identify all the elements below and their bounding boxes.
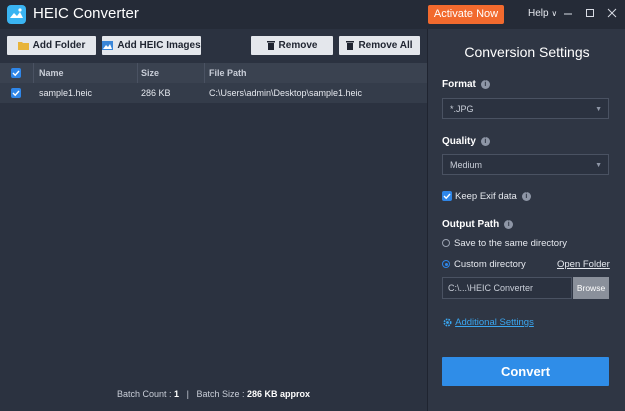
- info-icon[interactable]: i: [521, 191, 531, 201]
- dropdown-arrow-icon: ▼: [595, 162, 602, 169]
- column-divider[interactable]: [33, 63, 34, 83]
- quality-label-row: Quality i: [442, 136, 490, 147]
- open-folder-link[interactable]: Open Folder: [557, 259, 610, 270]
- row-file-path: C:\Users\admin\Desktop\sample1.heic: [209, 88, 363, 98]
- batch-count-label: Batch Count :: [116, 389, 172, 399]
- title-bar: HEIC Converter Activate Now Help ∨: [0, 0, 625, 29]
- keep-exif-checkbox[interactable]: [442, 191, 452, 202]
- format-label: Format: [442, 79, 476, 90]
- info-icon[interactable]: i: [480, 79, 490, 89]
- help-label: Help: [528, 8, 549, 19]
- format-label-row: Format i: [442, 79, 490, 90]
- close-icon[interactable]: [605, 6, 619, 20]
- minimize-icon[interactable]: [561, 6, 575, 20]
- additional-settings-link[interactable]: Additional Settings: [442, 317, 534, 328]
- keep-exif-row[interactable]: Keep Exif data i: [442, 191, 531, 202]
- activate-now-button[interactable]: Activate Now: [428, 5, 504, 24]
- table-row[interactable]: sample1.heic 286 KB C:\Users\admin\Deskt…: [0, 83, 427, 103]
- quality-value: Medium: [450, 160, 483, 170]
- checkmark-icon: [12, 70, 20, 77]
- batch-size-label: Batch Size :: [196, 389, 245, 399]
- same-directory-option[interactable]: Save to the same directory: [442, 238, 567, 249]
- row-file-name: sample1.heic: [39, 88, 93, 98]
- table-header: Name Size File Path: [0, 63, 427, 83]
- quality-label: Quality: [442, 136, 476, 147]
- format-value: *.JPG: [450, 104, 474, 114]
- checkmark-icon: [443, 194, 451, 200]
- same-directory-label: Save to the same directory: [454, 238, 567, 249]
- remove-label: Remove: [278, 40, 318, 51]
- column-divider[interactable]: [137, 63, 138, 83]
- info-icon[interactable]: i: [480, 136, 490, 146]
- same-directory-radio[interactable]: [442, 239, 450, 248]
- batch-summary: Batch Count : 1 | Batch Size : 286 KB ap…: [0, 378, 427, 411]
- add-folder-button[interactable]: Add Folder: [7, 36, 96, 55]
- column-divider[interactable]: [204, 63, 205, 83]
- gear-icon: [443, 318, 452, 327]
- custom-directory-radio[interactable]: [442, 260, 450, 269]
- dropdown-arrow-icon: ▼: [595, 106, 602, 113]
- help-menu[interactable]: Help ∨: [528, 8, 557, 19]
- folder-icon: [17, 42, 29, 50]
- chevron-down-icon: ∨: [551, 9, 558, 18]
- add-folder-label: Add Folder: [32, 40, 86, 51]
- batch-count-value: 1: [174, 389, 180, 399]
- app-logo-icon: [7, 5, 26, 24]
- image-icon: [102, 41, 114, 50]
- maximize-icon[interactable]: [583, 6, 597, 20]
- convert-button[interactable]: Convert: [442, 357, 609, 386]
- custom-directory-label: Custom directory: [454, 259, 526, 270]
- remove-button[interactable]: Remove: [251, 36, 333, 55]
- batch-size-value: 286 KB approx: [246, 389, 311, 399]
- file-list-panel: Add Folder Add HEIC Images Remove Remove…: [0, 29, 427, 411]
- output-path-label-row: Output Path i: [442, 219, 514, 230]
- browse-button[interactable]: Browse: [573, 277, 609, 299]
- row-file-size: 286 KB: [141, 88, 171, 98]
- format-select[interactable]: *.JPG ▼: [442, 98, 609, 119]
- info-icon[interactable]: i: [504, 219, 514, 229]
- row-checkbox[interactable]: [11, 88, 21, 98]
- checkmark-icon: [12, 90, 20, 97]
- remove-all-label: Remove All: [358, 40, 413, 51]
- trash-icon: [266, 41, 275, 50]
- output-path-label: Output Path: [442, 219, 500, 230]
- conversion-settings-panel: Conversion Settings Format i *.JPG ▼ Qual…: [427, 29, 625, 411]
- additional-settings-label: Additional Settings: [455, 317, 534, 329]
- add-heic-images-button[interactable]: Add HEIC Images: [102, 36, 201, 55]
- app-title: HEIC Converter: [33, 5, 139, 22]
- remove-all-button[interactable]: Remove All: [339, 36, 420, 55]
- column-header-name[interactable]: Name: [39, 63, 64, 83]
- add-heic-images-label: Add HEIC Images: [117, 40, 201, 51]
- quality-select[interactable]: Medium ▼: [442, 154, 609, 175]
- select-all-checkbox[interactable]: [11, 68, 21, 78]
- output-path-field[interactable]: C:\...\HEIC Converter: [442, 277, 572, 299]
- column-header-size[interactable]: Size: [141, 63, 159, 83]
- keep-exif-label: Keep Exif data: [455, 191, 517, 202]
- trash-icon: [346, 41, 355, 50]
- column-header-file-path[interactable]: File Path: [209, 63, 247, 83]
- batch-separator: |: [186, 389, 189, 399]
- settings-title: Conversion Settings: [464, 44, 590, 60]
- custom-directory-option[interactable]: Custom directory: [442, 259, 526, 270]
